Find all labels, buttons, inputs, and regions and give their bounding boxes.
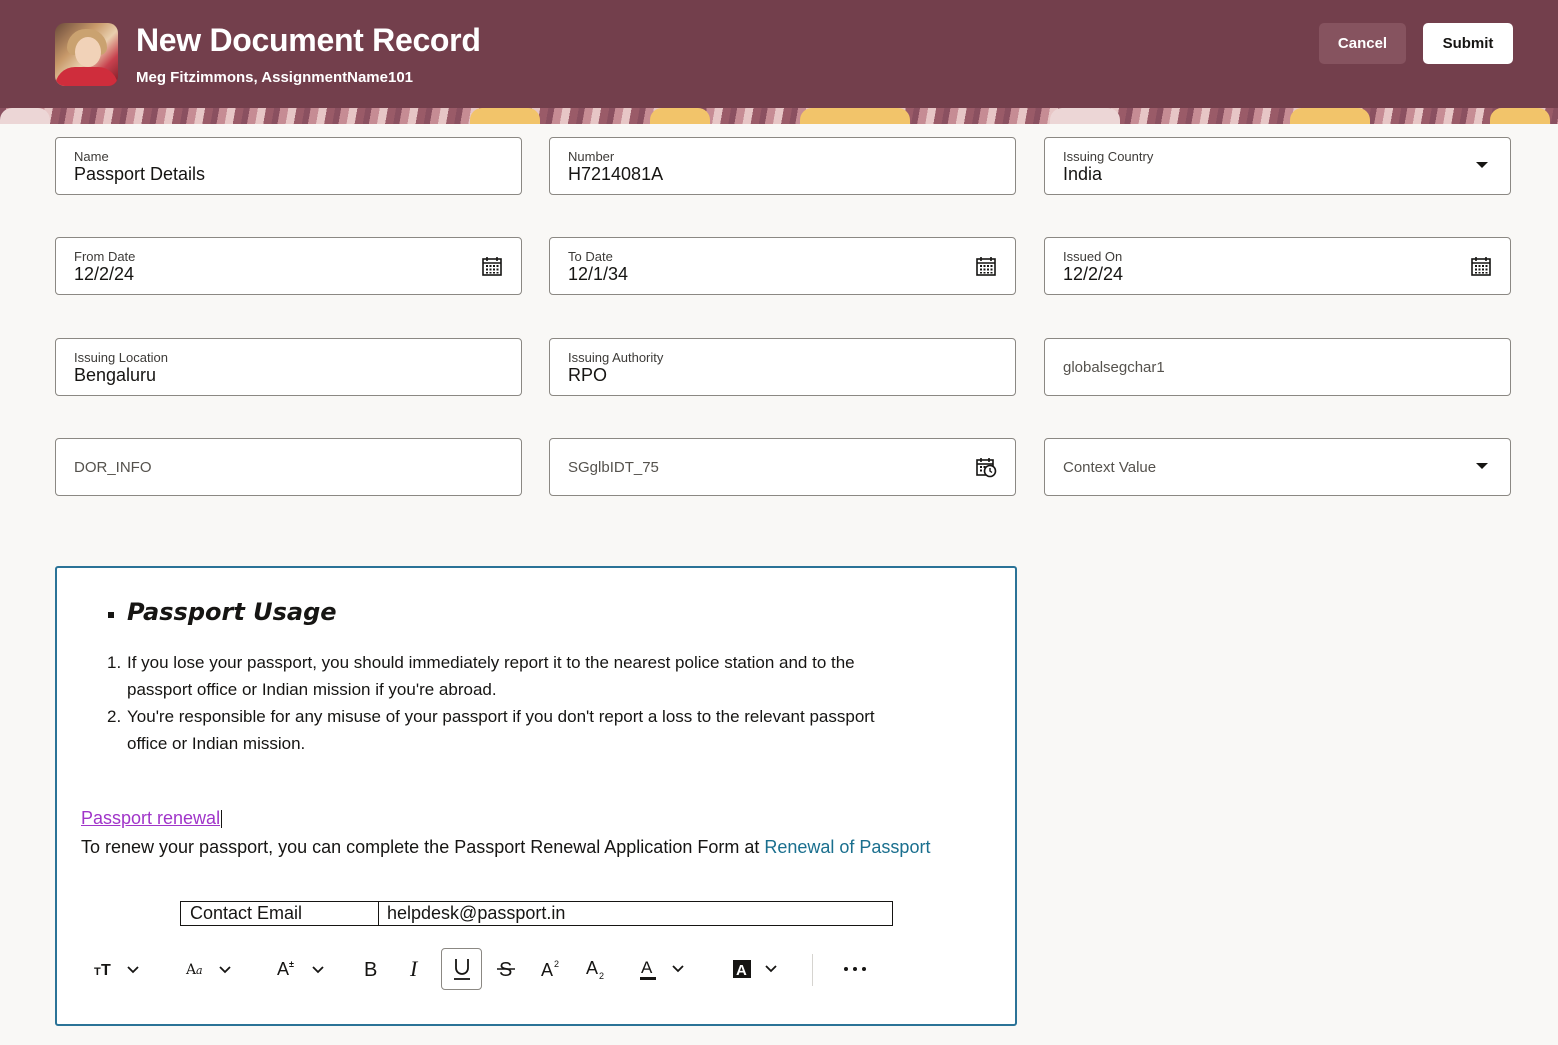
issuing-location-field[interactable]: Issuing Location Bengaluru (55, 338, 522, 396)
svg-text:T: T (94, 966, 101, 978)
dor-info-field[interactable]: DOR_INFO (55, 438, 522, 496)
name-field[interactable]: Name Passport Details (55, 137, 522, 195)
page-title: New Document Record (136, 22, 481, 58)
font-dropdown[interactable]: A a (179, 948, 237, 990)
svg-text:2: 2 (599, 971, 604, 981)
calendar-clock-icon[interactable] (975, 456, 997, 478)
table-cell-key: Contact Email (181, 902, 379, 925)
svg-text:A: A (277, 959, 289, 979)
to-date-label: To Date (568, 249, 613, 264)
list-item: 2. You're responsible for any misuse of … (107, 707, 875, 753)
issued-on-field[interactable]: Issued On 12/2/24 (1044, 237, 1511, 295)
bullet-marker (108, 612, 114, 618)
globalsegchar1-placeholder: globalsegchar1 (1063, 359, 1165, 376)
font-size-icon: A ± (277, 959, 324, 979)
more-icon (844, 967, 866, 971)
calendar-icon[interactable] (975, 255, 997, 277)
chevron-down-icon[interactable] (1476, 162, 1488, 168)
issuing-location-value: Bengaluru (74, 365, 157, 385)
page-subtitle: Meg Fitzimmons, AssignmentName101 (136, 69, 414, 86)
avatar (55, 23, 118, 86)
from-date-label: From Date (74, 249, 136, 264)
number-field[interactable]: Number H7214081A (549, 137, 1016, 195)
subscript-icon: A 2 (586, 958, 604, 981)
page-header: New Document Record Meg Fitzimmons, Assi… (0, 0, 1558, 110)
issuing-authority-value: RPO (568, 365, 608, 385)
issuing-country-value: India (1063, 164, 1103, 184)
context-value-select[interactable]: Context Value (1044, 438, 1511, 496)
number-value: H7214081A (568, 164, 664, 184)
highlight-color-icon: A (733, 960, 777, 979)
sgglbldt-75-placeholder: SGglbIDT_75 (568, 459, 659, 476)
superscript-icon: A 2 (541, 959, 559, 980)
svg-text:A: A (586, 958, 598, 978)
from-date-field[interactable]: From Date 12/2/24 (55, 237, 522, 295)
subscript-button[interactable]: A 2 (578, 948, 614, 990)
calendar-icon[interactable] (481, 255, 503, 277)
text-color-dropdown[interactable]: A (634, 948, 694, 990)
renewal-paragraph: To renew your passport, you can complete… (81, 837, 931, 857)
more-options-button[interactable] (837, 948, 873, 990)
italic-icon: I (409, 957, 419, 981)
underline-icon (453, 959, 470, 980)
svg-text:±: ± (289, 959, 294, 969)
svg-text:2: 2 (554, 959, 559, 969)
issuing-authority-field[interactable]: Issuing Authority RPO (549, 338, 1016, 396)
name-value: Passport Details (74, 164, 206, 184)
svg-text:T: T (101, 962, 111, 979)
dor-info-placeholder: DOR_INFO (74, 459, 152, 476)
svg-text:S: S (499, 959, 512, 981)
svg-text:A: A (541, 960, 553, 980)
renewal-of-passport-link[interactable]: Renewal of Passport (764, 837, 930, 857)
rich-text-editor[interactable]: Passport Usage 1. If you lose your passp… (55, 566, 1017, 1026)
calendar-icon[interactable] (1470, 255, 1492, 277)
table-cell-value: helpdesk@passport.in (387, 903, 566, 923)
superscript-button[interactable]: A 2 (533, 948, 569, 990)
issued-on-label: Issued On (1063, 249, 1123, 264)
toolbar-divider (812, 954, 813, 986)
issuing-country-select[interactable]: Issuing Country India (1044, 137, 1511, 195)
to-date-value: 12/1/34 (568, 264, 629, 284)
header-banner-pattern (0, 108, 1558, 124)
number-label: Number (568, 149, 615, 164)
text-color-icon: A (640, 958, 684, 980)
cancel-button[interactable]: Cancel (1319, 23, 1406, 64)
svg-text:B: B (364, 959, 377, 981)
svg-text:I: I (409, 957, 419, 981)
issued-on-value: 12/2/24 (1063, 264, 1124, 284)
bold-button[interactable]: B (353, 948, 389, 990)
context-value-placeholder: Context Value (1063, 459, 1157, 476)
italic-button[interactable]: I (398, 948, 434, 990)
svg-text:A: A (641, 958, 653, 977)
strikethrough-button[interactable]: S (488, 948, 524, 990)
text-size-dropdown[interactable]: T T (87, 948, 145, 990)
issuing-authority-label: Issuing Authority (568, 350, 664, 365)
to-date-field[interactable]: To Date 12/1/34 (549, 237, 1016, 295)
name-label: Name (74, 149, 109, 164)
font-icon: A a (185, 962, 231, 978)
svg-text:A: A (736, 962, 747, 979)
from-date-value: 12/2/24 (74, 264, 135, 284)
svg-text:a: a (196, 964, 203, 977)
list-item: 1. If you lose your passport, you should… (107, 653, 855, 699)
globalsegchar1-field[interactable]: globalsegchar1 (1044, 338, 1511, 396)
text-size-icon: T T (94, 962, 139, 979)
highlight-color-dropdown[interactable]: A (725, 948, 785, 990)
strikethrough-icon: S (497, 959, 515, 981)
passport-renewal-link[interactable]: Passport renewal (81, 808, 222, 829)
chevron-down-icon[interactable] (1476, 463, 1488, 469)
contact-table: Contact Email helpdesk@passport.in (180, 901, 893, 926)
underline-button[interactable] (441, 948, 482, 990)
sgglbldt-75-field[interactable]: SGglbIDT_75 (549, 438, 1016, 496)
submit-button[interactable]: Submit (1423, 23, 1513, 64)
issuing-location-label: Issuing Location (74, 350, 168, 365)
issuing-country-label: Issuing Country (1063, 149, 1154, 164)
font-size-dropdown[interactable]: A ± (272, 948, 332, 990)
editor-heading: Passport Usage (127, 598, 337, 626)
bold-icon: B (364, 959, 377, 981)
